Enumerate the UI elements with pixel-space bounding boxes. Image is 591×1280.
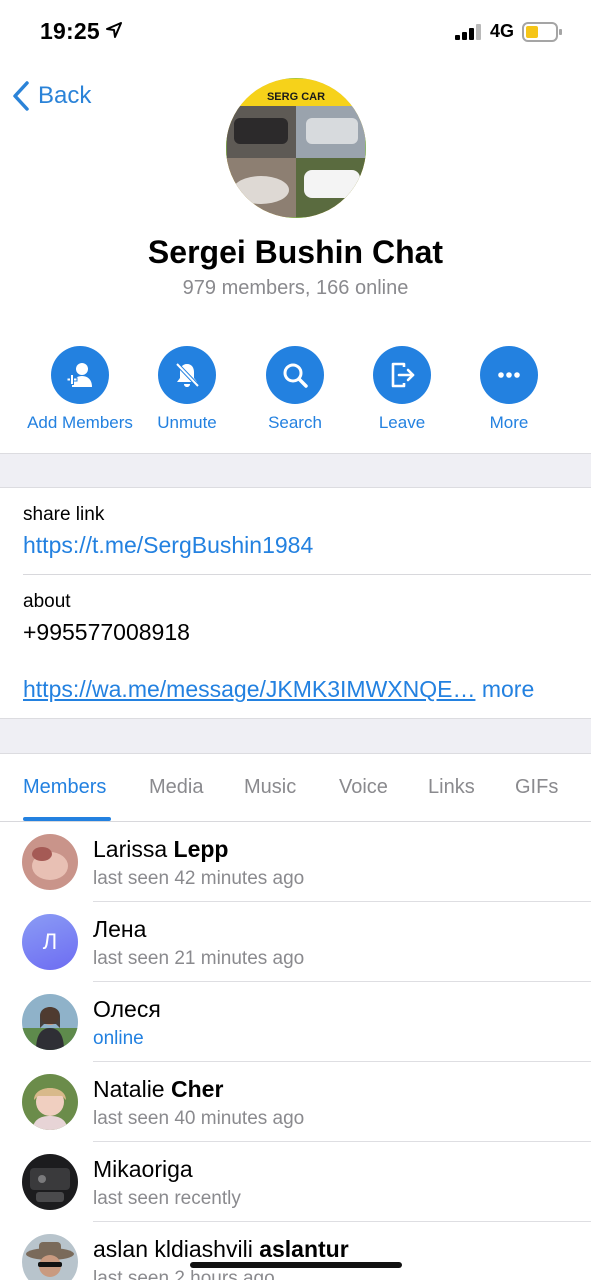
unmute-button[interactable]: Unmute xyxy=(127,346,247,433)
group-avatar[interactable]: SERG CAR xyxy=(226,78,366,218)
back-label: Back xyxy=(38,82,92,109)
back-button[interactable]: Back xyxy=(10,78,91,114)
tab-media[interactable]: Media xyxy=(149,776,203,799)
more-icon xyxy=(498,372,520,378)
tab-members[interactable]: Members xyxy=(23,776,106,799)
unmute-label: Unmute xyxy=(157,413,217,432)
add-members-label: Add Members xyxy=(27,413,133,432)
add-members-button[interactable]: Add Members xyxy=(20,346,140,433)
member-status: last seen 21 minutes ago xyxy=(93,948,305,969)
member-row[interactable]: Natalie Cher last seen 40 minutes ago xyxy=(0,1062,591,1142)
member-avatar xyxy=(22,1154,78,1210)
about-url[interactable]: https://wa.me/message/JKMK3IMWXNQE… xyxy=(23,676,475,702)
member-avatar: Л xyxy=(22,914,78,970)
member-status: online xyxy=(93,1028,144,1049)
status-bar: 19:25 4G xyxy=(0,0,591,62)
tab-voice[interactable]: Voice xyxy=(339,776,388,799)
member-name: Larissa Lepp xyxy=(93,836,229,862)
group-avatar-image: SERG CAR xyxy=(226,78,366,218)
section-separator xyxy=(0,718,591,754)
member-status: last seen 40 minutes ago xyxy=(93,1108,305,1129)
about-phone[interactable]: +995577008918 xyxy=(23,619,190,646)
chevron-left-icon xyxy=(13,81,29,111)
info-divider xyxy=(23,574,591,575)
location-arrow-icon xyxy=(106,22,122,38)
member-row[interactable]: Л Лена last seen 21 minutes ago xyxy=(0,902,591,982)
tab-links[interactable]: Links xyxy=(428,776,475,799)
member-avatar xyxy=(22,1074,78,1130)
member-row[interactable]: Mikaoriga last seen recently xyxy=(0,1142,591,1222)
member-name: aslan kldiashvili aslantur xyxy=(93,1236,349,1262)
share-link-url[interactable]: https://t.me/SergBushin1984 xyxy=(23,532,313,559)
member-row[interactable]: aslan kldiashvili aslantur last seen 2 h… xyxy=(0,1222,591,1280)
member-name: Mikaoriga xyxy=(93,1156,193,1182)
more-label: More xyxy=(489,413,529,432)
member-row[interactable]: Олеся online xyxy=(0,982,591,1062)
cellular-signal-icon xyxy=(455,24,481,40)
search-button[interactable]: Search xyxy=(235,346,355,433)
tab-music[interactable]: Music xyxy=(244,776,296,799)
member-avatar xyxy=(22,994,78,1050)
about-link-row: https://wa.me/message/JKMK3IMWXNQE… more xyxy=(23,676,534,703)
avatar-logo-text: SERG CAR xyxy=(267,91,325,103)
about-more-link[interactable]: more xyxy=(482,676,534,702)
leave-label: Leave xyxy=(378,413,426,432)
network-type: 4G xyxy=(490,21,515,41)
bell-muted-icon xyxy=(175,362,200,388)
member-name: Лена xyxy=(93,916,147,942)
chat-member-count: 979 members, 166 online xyxy=(182,277,409,299)
section-separator xyxy=(0,453,591,488)
tab-gifs[interactable]: GIFs xyxy=(515,776,558,799)
search-label: Search xyxy=(268,413,322,432)
home-indicator xyxy=(190,1262,402,1268)
more-button[interactable]: More xyxy=(449,346,569,433)
member-row[interactable]: Larissa Lepp last seen 42 minutes ago xyxy=(0,822,591,902)
active-tab-indicator xyxy=(23,817,111,821)
leave-button[interactable]: Leave xyxy=(342,346,462,433)
member-status: last seen 42 minutes ago xyxy=(93,868,305,889)
status-time: 19:25 xyxy=(40,18,100,44)
member-avatar xyxy=(22,834,78,890)
member-status: last seen recently xyxy=(93,1188,241,1209)
member-status: last seen 2 hours ago xyxy=(93,1268,275,1280)
battery-icon xyxy=(522,22,562,42)
leave-icon xyxy=(391,362,415,388)
search-icon xyxy=(283,363,308,388)
media-tabs: Members Media Music Voice Links GIFs xyxy=(0,754,591,822)
chat-title: Sergei Bushin Chat xyxy=(147,234,444,270)
add-member-icon xyxy=(66,363,92,387)
action-bar: Add Members Unmute Search Leave More xyxy=(0,346,591,436)
member-avatar xyxy=(22,1234,78,1280)
share-link-label: share link xyxy=(23,504,105,525)
about-label: about xyxy=(23,591,71,612)
member-name: Олеся xyxy=(93,996,161,1022)
member-name: Natalie Cher xyxy=(93,1076,224,1102)
